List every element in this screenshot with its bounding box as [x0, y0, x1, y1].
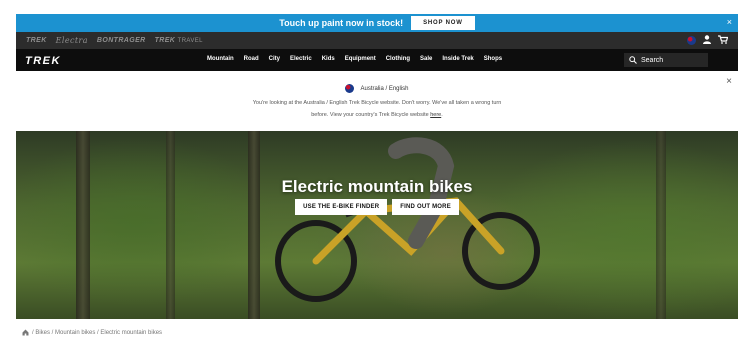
promo-text: Touch up paint now in stock! [279, 18, 404, 28]
hero-banner: Electric mountain bikes USE THE E-BIKE F… [16, 131, 738, 319]
australia-flag-icon [345, 84, 355, 93]
search-input[interactable]: Search [624, 53, 708, 67]
nav-item-mountain[interactable]: Mountain [207, 56, 234, 62]
home-icon[interactable] [22, 329, 29, 336]
locale-here-link[interactable]: here [430, 112, 441, 118]
brand-trek-travel-link[interactable]: TREK TRAVEL [155, 37, 212, 44]
promo-banner: Touch up paint now in stock! SHOP NOW × [16, 14, 738, 32]
find-out-more-button[interactable]: FIND OUT MORE [392, 199, 459, 215]
brand-bar: TREK Electra BONTRAGER TREK TRAVEL [16, 32, 738, 49]
country-flag-icon[interactable] [687, 36, 696, 45]
nav-item-sale[interactable]: Sale [420, 56, 432, 62]
nav-item-inside-trek[interactable]: Inside Trek [442, 56, 473, 62]
locale-notice: Australia / English You're looking at th… [16, 72, 738, 130]
locale-message-line2: before. View your country's Trek Bicycle… [311, 112, 443, 118]
nav-item-clothing[interactable]: Clothing [386, 56, 410, 62]
hero-title: Electric mountain bikes [281, 177, 473, 196]
brand-travel-label: TRAVEL [177, 38, 203, 44]
nav-menu: Mountain Road City Electric Kids Equipme… [207, 56, 502, 62]
nav-item-equipment[interactable]: Equipment [345, 56, 376, 62]
brand-trek-link[interactable]: TREK [26, 37, 47, 44]
ebike-finder-button[interactable]: USE THE E-BIKE FINDER [295, 199, 388, 215]
locale-message-text: before. View your country's Trek Bicycle… [311, 112, 429, 118]
nav-item-road[interactable]: Road [244, 56, 259, 62]
utility-icons [687, 35, 729, 46]
search-placeholder: Search [641, 56, 664, 64]
main-nav: TREK Mountain Road City Electric Kids Eq… [16, 49, 738, 71]
locale-title: Australia / English [360, 85, 409, 92]
trek-logo[interactable]: TREK [25, 55, 61, 67]
shop-now-button[interactable]: SHOP NOW [411, 16, 475, 30]
promo-close-icon[interactable]: × [727, 17, 732, 27]
nav-item-shops[interactable]: Shops [484, 56, 502, 62]
hero-bike-image [275, 137, 540, 302]
breadcrumb: / Bikes / Mountain bikes / Electric moun… [22, 329, 162, 336]
search-icon [629, 56, 637, 64]
nav-item-electric[interactable]: Electric [290, 56, 312, 62]
brand-bontrager-link[interactable]: BONTRAGER [97, 37, 146, 44]
locale-close-icon[interactable]: × [726, 76, 732, 87]
brand-trek-travel-mark: TREK [154, 37, 176, 44]
brand-electra-link[interactable]: Electra [56, 36, 88, 45]
nav-item-city[interactable]: City [269, 56, 280, 62]
nav-item-kids[interactable]: Kids [322, 56, 335, 62]
cart-icon[interactable] [718, 35, 729, 46]
breadcrumb-path[interactable]: / Bikes / Mountain bikes / Electric moun… [32, 330, 162, 336]
user-icon[interactable] [703, 35, 711, 46]
locale-message-line1: You're looking at the Australia / Englis… [252, 100, 502, 106]
